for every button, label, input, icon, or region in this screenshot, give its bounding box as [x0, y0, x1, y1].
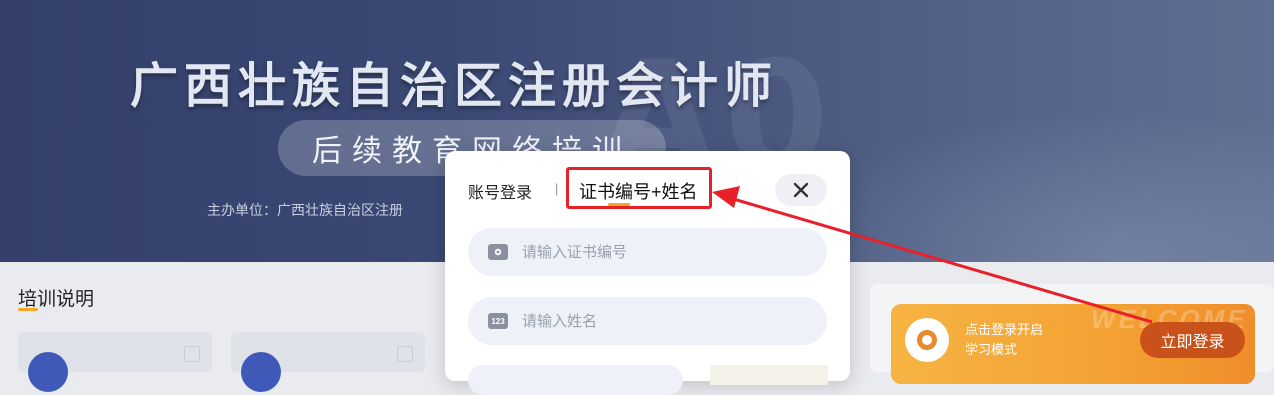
welcome-banner: WELCOME 点击登录开启 学习模式 立即登录	[891, 304, 1255, 384]
close-icon	[793, 182, 809, 198]
close-button[interactable]	[775, 174, 827, 206]
section-title-underline	[18, 308, 38, 311]
cert-number-field[interactable]	[468, 228, 827, 276]
name-input[interactable]	[520, 311, 824, 331]
number-123-icon: 123	[488, 313, 508, 329]
captcha-image[interactable]	[710, 365, 828, 385]
card-corner-icon	[397, 346, 413, 362]
welcome-tip-line1: 点击登录开启	[965, 322, 1044, 337]
cert-number-input[interactable]	[520, 242, 824, 262]
name-field[interactable]: 123	[468, 297, 827, 345]
login-now-button[interactable]: 立即登录	[1140, 322, 1245, 358]
welcome-tip: 点击登录开启 学习模式	[965, 320, 1043, 360]
training-card[interactable]	[231, 332, 425, 392]
card-icon	[241, 352, 281, 392]
training-card[interactable]	[18, 332, 212, 392]
banner-title: 广西壮族自治区注册会计师	[130, 58, 779, 114]
section-title-training: 培训说明	[18, 289, 95, 310]
captcha-field[interactable]	[468, 365, 683, 395]
id-card-icon	[488, 244, 508, 260]
tab-account-login[interactable]: 账号登录	[468, 179, 532, 203]
banner-host-org: 主办单位：广西壮族自治区注册	[207, 202, 403, 218]
card-corner-icon	[184, 346, 200, 362]
annotation-highlight-box	[566, 167, 712, 209]
card-icon	[28, 352, 68, 392]
brand-logo-icon	[905, 318, 949, 362]
tab-separator: |	[555, 181, 559, 196]
welcome-tip-line2: 学习模式	[965, 342, 1018, 357]
